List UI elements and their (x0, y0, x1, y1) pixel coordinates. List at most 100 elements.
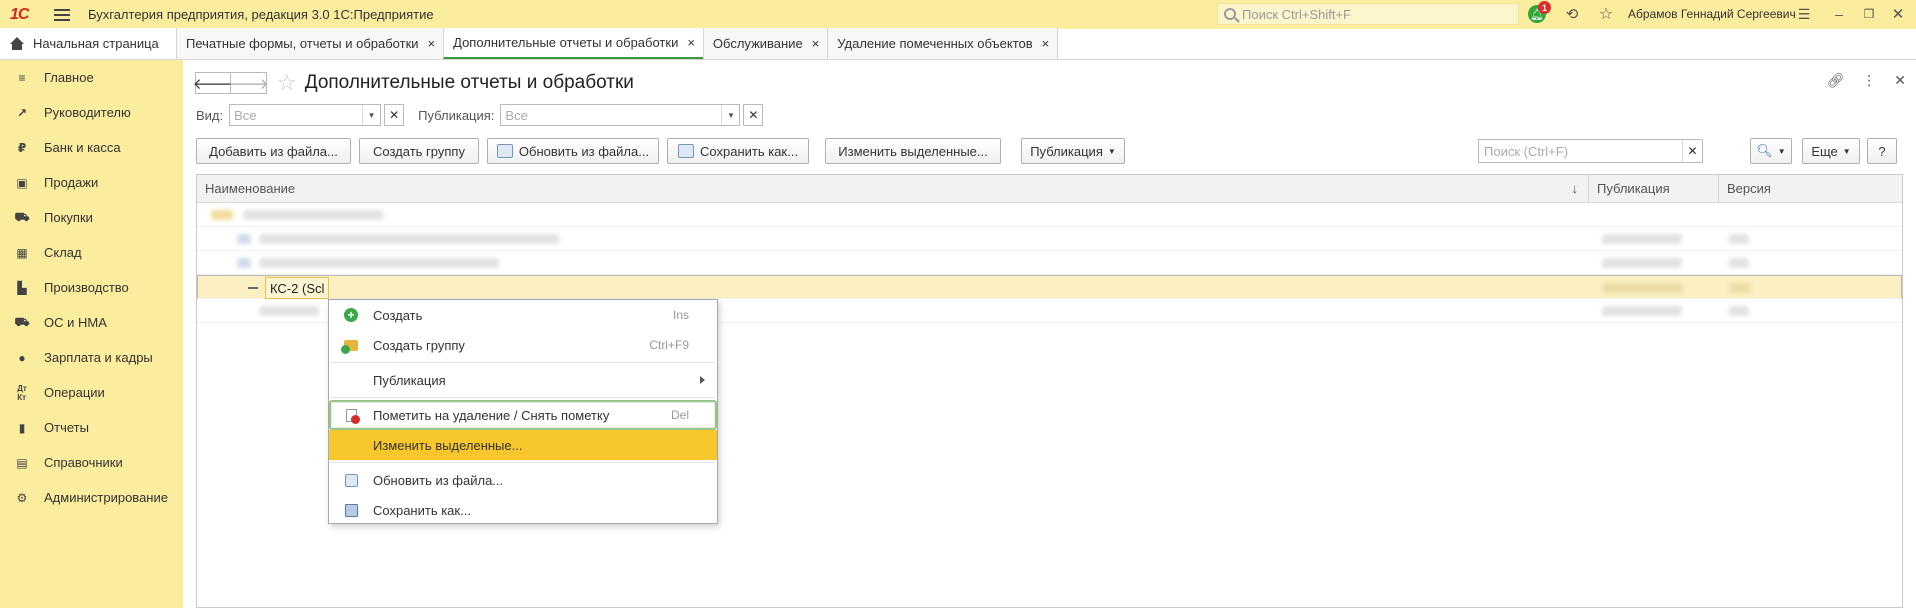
name-cell-editor[interactable]: КС-2 (Scl (265, 277, 330, 299)
more-button[interactable]: Еще ▼ (1802, 138, 1860, 164)
update-file-icon (496, 144, 513, 158)
tab-print-forms[interactable]: Печатные формы, отчеты и обработки × (176, 28, 444, 59)
table-row[interactable] (197, 203, 1902, 227)
column-header-name[interactable]: Наименование ↓ (197, 175, 1589, 202)
tab-maintenance[interactable]: Обслуживание × (702, 28, 828, 59)
chevron-down-icon[interactable]: ▼ (362, 105, 380, 125)
table-row[interactable] (197, 251, 1902, 275)
save-as-button[interactable]: Сохранить как... (667, 138, 809, 164)
blurred-text (1602, 234, 1682, 244)
button-label: Публикация (1030, 143, 1103, 159)
more-vertical-icon[interactable]: ⋮ (1862, 72, 1876, 89)
command-bar: Добавить из файла... Создать группу Обно… (196, 138, 1901, 164)
floppy-disk-icon (678, 144, 695, 158)
close-window-icon[interactable]: ✕ (1889, 4, 1907, 24)
menu-item-save-as[interactable]: Сохранить как... (329, 495, 717, 525)
restore-icon[interactable]: ❐ (1860, 4, 1878, 24)
sidebar-item-sales[interactable]: ▣ Продажи (0, 165, 183, 200)
factory-icon: ▙ (17, 280, 27, 295)
link-icon[interactable]: 🔗︎ (1826, 72, 1844, 89)
help-button[interactable]: ? (1867, 138, 1897, 164)
sidebar-item-label: Продажи (44, 175, 99, 190)
tab-home-label: Начальная страница (33, 36, 159, 51)
update-from-file-button[interactable]: Обновить из файла... (487, 138, 659, 164)
sidebar-item-manager[interactable]: ↗ Руководителю (0, 95, 183, 130)
sidebar-item-fixed-assets[interactable]: ⛟ ОС и НМА (0, 305, 183, 340)
blurred-text (259, 258, 499, 268)
delete-mark-icon (343, 407, 360, 424)
close-icon[interactable]: × (1042, 36, 1050, 51)
menu-item-create-group[interactable]: Создать группу Ctrl+F9 (329, 330, 717, 360)
clear-icon[interactable]: ✕ (384, 104, 405, 126)
menu-item-update-from-file[interactable]: Обновить из файла... (329, 465, 717, 495)
menu-item-label: Создать (373, 307, 423, 323)
sidebar-item-purchases[interactable]: ⛟ Покупки (0, 200, 183, 235)
close-form-icon[interactable]: ✕ (1894, 72, 1906, 89)
sidebar-item-operations[interactable]: Дт Кт Операции (0, 375, 183, 410)
user-name[interactable]: Абрамов Геннадий Сергеевич (1628, 7, 1796, 21)
minimize-icon[interactable]: – (1830, 4, 1848, 24)
table-search-placeholder: Поиск (Ctrl+F) (1484, 143, 1569, 159)
favorite-star-icon[interactable]: ☆ (277, 70, 297, 96)
column-header-publication[interactable]: Публикация (1589, 175, 1719, 202)
publication-filter-label: Публикация: (418, 107, 495, 123)
notifications-button[interactable]: 🔔︎ 1 (1525, 1, 1551, 24)
menu-item-create[interactable]: + Создать Ins (329, 300, 717, 330)
menu-item-mark-deletion[interactable]: Пометить на удаление / Снять пометку Del (329, 400, 717, 430)
view-filter-select[interactable]: Все ▼ (229, 104, 382, 126)
close-icon[interactable]: × (687, 35, 695, 50)
blurred-text (1729, 234, 1749, 244)
table-search-input[interactable]: Поиск (Ctrl+F) ✕ (1478, 139, 1703, 163)
submenu-arrow-icon (700, 376, 705, 384)
change-selected-button[interactable]: Изменить выделенные... (825, 138, 1001, 164)
tab-additional-reports[interactable]: Дополнительные отчеты и обработки × (443, 28, 703, 59)
main-menu-icon[interactable] (54, 8, 70, 21)
close-icon[interactable]: × (428, 36, 436, 51)
sidebar-item-bank[interactable]: ₽ Банк и касса (0, 130, 183, 165)
tab-delete-marked[interactable]: Удаление помеченных объектов × (827, 28, 1059, 59)
sidebar-item-main[interactable]: ≡ Главное (0, 60, 183, 95)
column-header-version[interactable]: Версия (1719, 175, 1902, 202)
clear-icon[interactable]: ✕ (1682, 140, 1702, 162)
tab-label: Удаление помеченных объектов (837, 36, 1033, 51)
table-row[interactable] (197, 227, 1902, 251)
menu-item-shortcut: Ctrl+F9 (649, 338, 689, 352)
menu-item-label: Изменить выделенные... (373, 437, 523, 453)
sidebar-item-reports[interactable]: ▮ Отчеты (0, 410, 183, 445)
chevron-down-icon[interactable]: ▼ (721, 105, 739, 125)
settings-lines-icon[interactable]: ☰ (1795, 4, 1813, 24)
history-icon[interactable]: ⟲ (1562, 4, 1582, 24)
favorites-star-icon[interactable]: ☆ (1596, 4, 1616, 24)
blurred-text (1729, 258, 1749, 268)
menu-item-publication[interactable]: Публикация (329, 365, 717, 395)
sidebar-item-admin[interactable]: ⚙ Администрирование (0, 480, 183, 515)
sidebar-item-salary[interactable]: ● Зарплата и кадры (0, 340, 183, 375)
search-options-button[interactable]: 🔍︎ ▼ (1750, 138, 1792, 164)
clear-icon[interactable]: ✕ (743, 104, 764, 126)
publication-dropdown-button[interactable]: Публикация ▼ (1021, 138, 1125, 164)
arrow-left-icon: 🡐 (192, 75, 234, 93)
menu-item-shortcut: Del (670, 408, 689, 422)
forward-button[interactable]: 🡒 (228, 72, 269, 94)
menu-item-change-selected[interactable]: Изменить выделенные... (329, 430, 717, 460)
global-search-input[interactable]: Поиск Ctrl+Shift+F (1217, 3, 1519, 25)
sidebar-item-label: Зарплата и кадры (44, 350, 153, 365)
sidebar-item-production[interactable]: ▙ Производство (0, 270, 183, 305)
add-from-file-button[interactable]: Добавить из файла... (196, 138, 351, 164)
tab-home[interactable]: Начальная страница (0, 28, 176, 59)
report-icon (237, 234, 251, 244)
sidebar-item-label: Банк и касса (44, 140, 121, 155)
trend-up-icon: ↗ (16, 105, 28, 120)
close-icon[interactable]: × (812, 36, 820, 51)
menu-separator (331, 462, 715, 463)
table-row-selected[interactable]: КС-2 (Scl (197, 275, 1902, 299)
view-filter-clear-wrap: ✕ (381, 104, 405, 126)
blurred-text (259, 234, 559, 244)
sidebar-item-warehouse[interactable]: ▦ Склад (0, 235, 183, 270)
create-group-button[interactable]: Создать группу (359, 138, 479, 164)
publication-filter-select[interactable]: Все ▼ (500, 104, 741, 126)
truck-icon: ⛟ (14, 314, 30, 329)
column-title: Наименование (205, 181, 296, 196)
back-button[interactable]: 🡐 (192, 72, 234, 94)
sidebar-item-catalogs[interactable]: ▤ Справочники (0, 445, 183, 480)
